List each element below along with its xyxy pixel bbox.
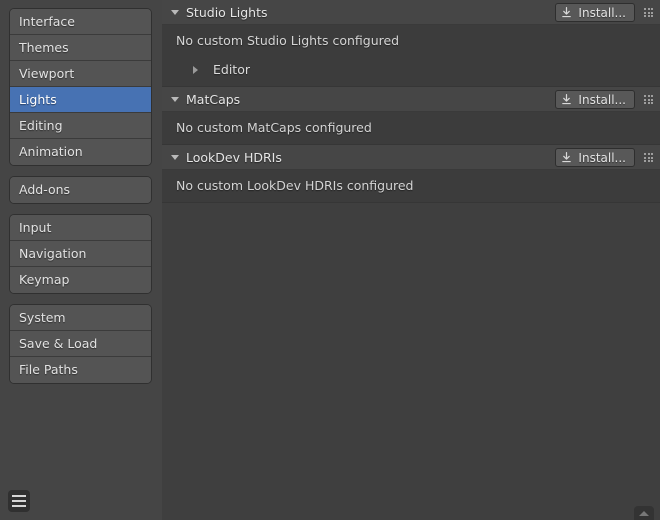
panel-studio-lights: Studio Lights Install... <box>162 0 660 87</box>
panel-lookdev-hdris: LookDev HDRIs Install... <box>162 145 660 203</box>
preferences-main-area: Studio Lights Install... <box>162 0 660 520</box>
sidebar-item-file-paths[interactable]: File Paths <box>10 357 151 383</box>
sidebar-item-lights[interactable]: Lights <box>10 87 151 113</box>
install-button-lookdev-hdris[interactable]: Install... <box>555 148 635 167</box>
download-icon <box>560 93 573 106</box>
sidebar-item-add-ons[interactable]: Add-ons <box>10 177 151 203</box>
hamburger-bar <box>12 500 26 502</box>
panel-body-studio-lights: No custom Studio Lights configured Edito… <box>162 25 660 87</box>
dots-grid-icon[interactable] <box>643 152 654 163</box>
panel-matcaps: MatCaps Install... <box>162 87 660 145</box>
panel-title-studio-lights: Studio Lights <box>186 5 268 20</box>
dots-grid-icon[interactable] <box>643 7 654 18</box>
chevron-down-icon[interactable] <box>171 155 179 160</box>
panel-header-actions: Install... <box>555 87 654 112</box>
install-button-matcaps[interactable]: Install... <box>555 90 635 109</box>
preferences-sidebar: Interface Themes Viewport Lights Editing… <box>0 0 162 520</box>
sidebar-item-save-and-load[interactable]: Save & Load <box>10 331 151 357</box>
sidebar-item-themes[interactable]: Themes <box>10 35 151 61</box>
sidebar-item-viewport[interactable]: Viewport <box>10 61 151 87</box>
nav-group-input: Input Navigation Keymap <box>9 214 152 294</box>
dots-grid-icon[interactable] <box>643 94 654 105</box>
install-button-studio-lights[interactable]: Install... <box>555 3 635 22</box>
preferences-window: Interface Themes Viewport Lights Editing… <box>0 0 660 520</box>
install-button-label: Install... <box>578 93 626 107</box>
chevron-down-icon[interactable] <box>171 97 179 102</box>
panel-header-actions: Install... <box>555 145 654 170</box>
panel-body-lookdev-hdris: No custom LookDev HDRIs configured <box>162 170 660 203</box>
nav-group-system: System Save & Load File Paths <box>9 304 152 384</box>
chevron-up-glyph <box>639 511 649 516</box>
sidebar-item-interface[interactable]: Interface <box>10 9 151 35</box>
hamburger-bar <box>12 505 26 507</box>
panel-header-actions: Install... <box>555 0 654 25</box>
subpanel-editor-label: Editor <box>213 62 250 77</box>
sidebar-item-navigation[interactable]: Navigation <box>10 241 151 267</box>
sidebar-item-keymap[interactable]: Keymap <box>10 267 151 293</box>
hamburger-bar <box>12 495 26 497</box>
sidebar-item-animation[interactable]: Animation <box>10 139 151 165</box>
chevron-right-icon[interactable] <box>193 66 198 74</box>
sidebar-item-input[interactable]: Input <box>10 215 151 241</box>
chevron-down-icon[interactable] <box>171 10 179 15</box>
studio-lights-empty-message: No custom Studio Lights configured <box>162 33 660 48</box>
panel-header-lookdev-hdris[interactable]: LookDev HDRIs Install... <box>162 145 660 170</box>
install-button-label: Install... <box>578 6 626 20</box>
panel-title-matcaps: MatCaps <box>186 92 240 107</box>
hamburger-icon[interactable] <box>8 490 30 512</box>
panel-title-lookdev-hdris: LookDev HDRIs <box>186 150 282 165</box>
nav-group-addons: Add-ons <box>9 176 152 204</box>
nav-group-general: Interface Themes Viewport Lights Editing… <box>9 8 152 166</box>
sidebar-item-system[interactable]: System <box>10 305 151 331</box>
sidebar-item-editing[interactable]: Editing <box>10 113 151 139</box>
panel-header-matcaps[interactable]: MatCaps Install... <box>162 87 660 112</box>
panel-body-matcaps: No custom MatCaps configured <box>162 112 660 145</box>
lookdev-hdris-empty-message: No custom LookDev HDRIs configured <box>162 178 660 193</box>
subpanel-editor[interactable]: Editor <box>162 62 660 77</box>
panel-header-studio-lights[interactable]: Studio Lights Install... <box>162 0 660 25</box>
install-button-label: Install... <box>578 151 626 165</box>
download-icon <box>560 151 573 164</box>
chevron-up-icon[interactable] <box>634 506 654 520</box>
download-icon <box>560 6 573 19</box>
matcaps-empty-message: No custom MatCaps configured <box>162 120 660 135</box>
